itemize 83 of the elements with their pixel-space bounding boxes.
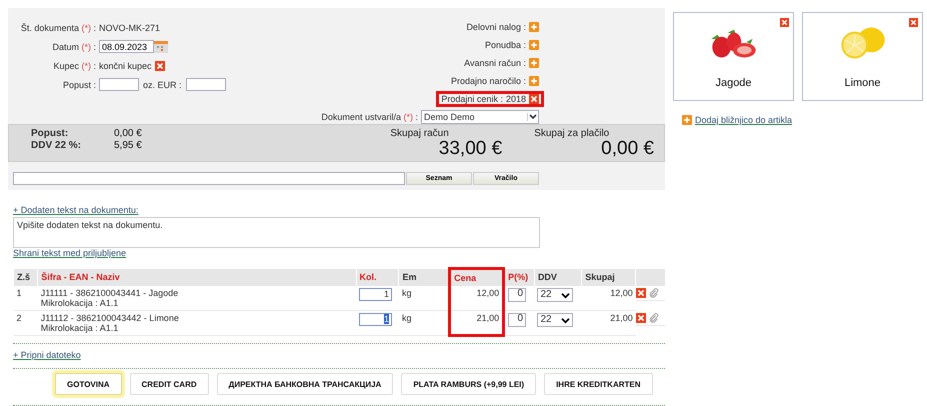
field-label: Delovni nalog : <box>466 22 526 32</box>
save-note-link[interactable]: Shrani tekst med priljubljene <box>13 248 126 258</box>
total-label: Skupaj za plačilo <box>534 128 610 139</box>
field-label: oz. EUR : <box>143 80 182 90</box>
payment-button[interactable]: IHRE KREDITKARTEN <box>544 373 653 395</box>
column-header: Cena <box>450 268 504 286</box>
add-icon[interactable] <box>529 22 539 32</box>
field-value: končni kupec <box>99 60 152 70</box>
note-field[interactable]: Vpišite dodaten tekst na dokumentu. <box>13 217 540 248</box>
remove-icon[interactable] <box>154 60 165 70</box>
quantity-field[interactable]: 1 <box>359 313 392 326</box>
column-header: Skupaj <box>582 268 636 286</box>
field-label: Št. dokumenta (*) : <box>20 22 96 32</box>
total-value: 0,00 € <box>601 139 654 159</box>
remove-icon[interactable] <box>529 94 539 104</box>
add-shortcut-link[interactable]: Dodaj bližnjico do artikla <box>695 115 792 125</box>
payment-button[interactable]: CREDIT CARD <box>130 373 209 395</box>
total-text: 21,00 <box>610 313 633 323</box>
product-name: Limone <box>844 77 881 89</box>
add-icon[interactable] <box>682 115 692 125</box>
summary-label: Popust: <box>31 128 70 140</box>
field-value: 2018 <box>506 94 526 104</box>
unit-text: kg <box>402 288 412 298</box>
row-number: 2 <box>16 313 22 323</box>
vat-select[interactable]: 22 <box>537 313 574 327</box>
discount-field[interactable]: 0 <box>508 288 526 302</box>
product-card[interactable]: Jagode <box>673 12 794 101</box>
field-label: Dokument ustvaril/a (*) : <box>321 112 418 122</box>
payment-button[interactable]: GOTOVINA <box>55 373 122 395</box>
search-field[interactable] <box>13 172 405 185</box>
field-label: Prodajni cenik : <box>441 94 503 104</box>
item-location: Mikrolokacija : A1.1 <box>40 298 120 308</box>
unit-text: kg <box>402 313 412 323</box>
paperclip-icon[interactable] <box>648 288 659 298</box>
price-text: 21,00 <box>476 313 500 323</box>
amount-field[interactable] <box>186 78 226 91</box>
payment-button[interactable]: ДИРЕКТНА БАНКОВНА ТРАНСАКЦИЈА <box>216 373 394 395</box>
discount-field[interactable]: 0 <box>508 313 526 327</box>
column-header: Kol. <box>356 268 399 286</box>
date-field[interactable]: 08.09.2023 <box>99 40 154 53</box>
column-header: Z.š <box>14 268 38 286</box>
attach-file-link[interactable]: + Pripni datoteko <box>13 350 81 360</box>
remove-icon[interactable] <box>780 18 789 27</box>
chevron-icon[interactable] <box>561 316 570 324</box>
row-number: 1 <box>16 288 22 298</box>
column-header: Em <box>398 268 450 286</box>
total-text: 12,00 <box>610 288 633 298</box>
field-label: Popust : <box>62 80 96 90</box>
add-note-link[interactable]: + Dodaten tekst na dokumentu: <box>13 205 138 215</box>
quantity-field[interactable]: 1 <box>359 288 392 301</box>
vat-select[interactable]: 22 <box>537 288 574 302</box>
summary-value: 0,00 € <box>114 128 142 140</box>
field-label: Datum (*) : <box>51 42 96 52</box>
field-label: Prodajno naročilo : <box>450 76 526 86</box>
column-header: DDV <box>534 268 582 286</box>
item-text: J11111 - 3862100043441 - Jagode <box>40 288 180 298</box>
column-header: P(%) <box>504 268 534 286</box>
summary-label: DDV 22 %: <box>31 140 82 152</box>
column-header: Šifra - EAN - Naziv <box>38 268 356 286</box>
product-name: Jagode <box>715 77 752 89</box>
field-label: Kupec (*) : <box>52 60 96 70</box>
field-value: NOVO-MK-271 <box>99 22 160 32</box>
paperclip-icon[interactable] <box>648 312 659 322</box>
total-value: 33,00 € <box>438 139 502 159</box>
summary-value: 5,95 € <box>114 140 142 152</box>
add-icon[interactable] <box>529 76 539 86</box>
field-label: Ponudba : <box>484 40 526 50</box>
author-select[interactable]: Demo Demo <box>421 110 539 124</box>
product-card[interactable]: Limone <box>802 12 923 101</box>
chevron-icon[interactable] <box>561 292 570 298</box>
add-icon[interactable] <box>529 40 539 50</box>
remove-icon[interactable] <box>636 312 646 322</box>
calendar-icon[interactable] <box>154 40 168 52</box>
payment-button[interactable]: PLATA RAMBURS (+9,99 LEI) <box>401 373 536 395</box>
remove-icon[interactable] <box>636 288 646 298</box>
discount-field[interactable] <box>99 78 139 91</box>
item-text: J11112 - 3862100043442 - Limone <box>40 313 180 323</box>
field-label: Avansni račun : <box>464 58 526 68</box>
item-location: Mikrolokacija : A1.1 <box>40 323 120 333</box>
add-icon[interactable] <box>529 58 539 68</box>
remove-icon[interactable] <box>909 18 918 27</box>
total-label: Skupaj račun <box>390 128 449 139</box>
price-text: 12,00 <box>476 288 500 298</box>
